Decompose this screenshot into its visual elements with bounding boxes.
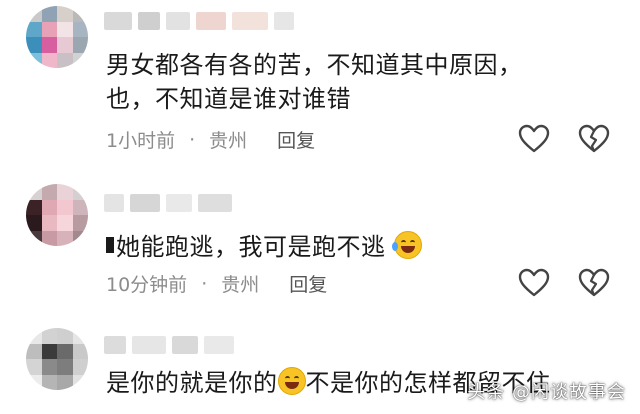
comment-text-line: 是你的就是你的: [106, 369, 278, 397]
avatar[interactable]: [26, 6, 88, 68]
broken-heart-icon[interactable]: [578, 268, 610, 298]
comment-text: 她能跑逃，我可是跑不逃: [106, 230, 620, 264]
broken-heart-icon[interactable]: [578, 124, 610, 154]
comment-location: 贵州: [221, 274, 260, 296]
text-fragment-mark: [106, 237, 114, 253]
comment-item: 她能跑逃，我可是跑不逃 10分钟前 · 贵州 回复: [0, 172, 640, 318]
username-blurred[interactable]: [104, 12, 294, 30]
reply-button[interactable]: 回复: [289, 270, 327, 297]
meta-separator: ·: [201, 272, 208, 295]
comment-item: 男女都各有各的苦，不知道其中原因， 也，不知道是谁对谁错 1小时前 · 贵州 回…: [0, 0, 640, 172]
heart-outline-icon[interactable]: [518, 268, 550, 298]
comment-text: 男女都各有各的苦，不知道其中原因， 也，不知道是谁对谁错: [106, 48, 620, 116]
comment-time: 1小时前: [106, 130, 176, 152]
meta-separator: ·: [189, 128, 196, 151]
reply-button[interactable]: 回复: [277, 126, 315, 153]
avatar[interactable]: [26, 184, 88, 246]
username-blurred[interactable]: [104, 336, 234, 354]
comment-meta: 10分钟前 · 贵州 回复: [106, 270, 327, 297]
avatar[interactable]: [26, 328, 88, 390]
comment-text-line: 她能跑逃，我可是跑不逃: [116, 233, 386, 261]
comment-time: 10分钟前: [106, 274, 188, 296]
laughing-tears-emoji: [391, 231, 422, 259]
comment-text-line: 也，不知道是谁对谁错: [106, 85, 351, 113]
watermark: 头条 @闲谈故事会: [467, 382, 626, 403]
username-blurred[interactable]: [104, 194, 232, 212]
comment-location: 贵州: [209, 130, 248, 152]
comment-meta: 1小时前 · 贵州 回复: [106, 126, 315, 153]
grinning-emoji: [277, 367, 306, 395]
comment-text-line: 男女都各有各的苦，不知道其中原因，: [106, 51, 523, 79]
heart-outline-icon[interactable]: [518, 124, 550, 154]
